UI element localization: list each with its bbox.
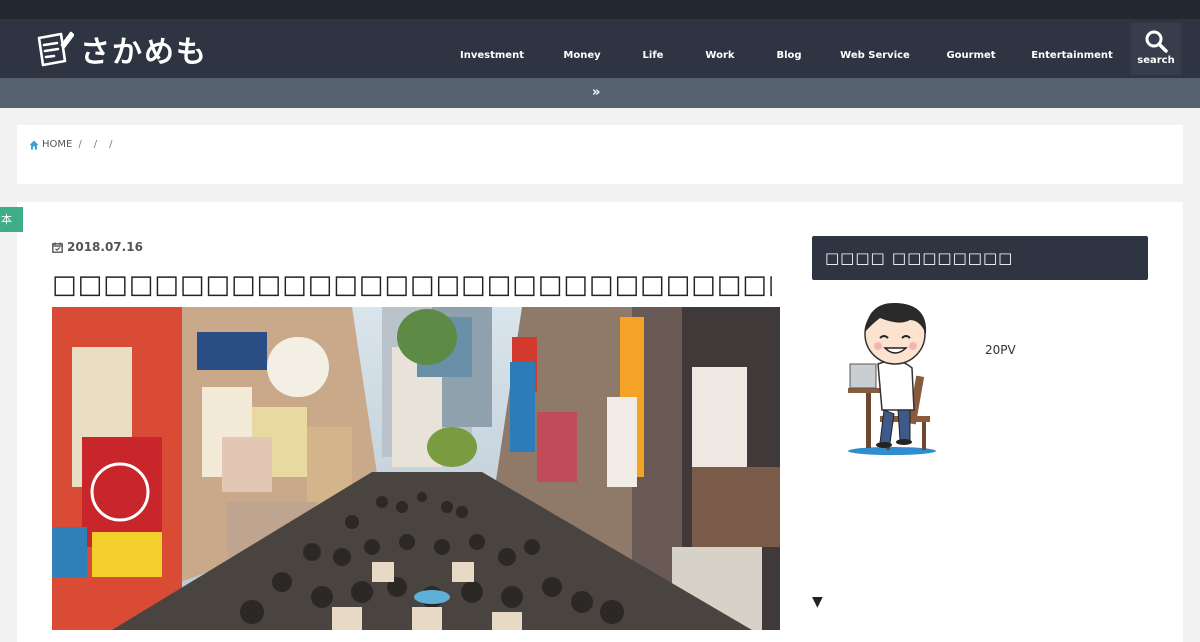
- nav-item-gourmet[interactable]: Gourmet: [946, 50, 995, 61]
- main-nav: Investment Money Life Work Blog Web Serv…: [0, 19, 1200, 78]
- breadcrumb-separator: /: [78, 139, 82, 150]
- page-views-text: 20PV: [985, 343, 1016, 357]
- breadcrumb-separator: /: [93, 139, 98, 150]
- search-label: search: [1137, 55, 1175, 66]
- search-button[interactable]: search: [1131, 23, 1181, 75]
- post-title: □□□□□□□□□□□□□□□□□□□□□□□□□□□□□□ □□□□□□: [52, 270, 772, 300]
- side-tab[interactable]: 本: [0, 207, 23, 232]
- person-at-laptop-illustration: [848, 302, 936, 455]
- triangle-down-icon[interactable]: ▼: [812, 594, 823, 610]
- calendar-icon: [52, 242, 63, 253]
- search-icon: [1145, 30, 1168, 53]
- site-header: さかめも Investment Money Life Work Blog Web…: [0, 19, 1200, 78]
- post-date: 2018.07.16: [52, 240, 143, 254]
- nav-item-work[interactable]: Work: [705, 50, 734, 61]
- breadcrumb: HOME / / /: [29, 139, 118, 150]
- crowded-street-illustration: [52, 307, 780, 630]
- breadcrumb-separator: /: [109, 139, 113, 150]
- nav-item-money[interactable]: Money: [563, 50, 600, 61]
- top-strip: [0, 0, 1200, 19]
- sidebar-widget-title: □□□□ □□□□□□□□: [812, 236, 1148, 280]
- nav-item-web-service[interactable]: Web Service: [840, 50, 910, 61]
- double-chevron-right-icon[interactable]: »: [592, 85, 600, 100]
- hero-image: [52, 307, 780, 630]
- sub-bar: »: [0, 78, 1200, 108]
- breadcrumb-home-link[interactable]: HOME: [42, 139, 72, 150]
- nav-item-investment[interactable]: Investment: [460, 50, 524, 61]
- nav-item-entertainment[interactable]: Entertainment: [1031, 50, 1113, 61]
- breadcrumb-box: HOME / / /: [17, 125, 1183, 184]
- nav-item-blog[interactable]: Blog: [776, 50, 801, 61]
- nav-item-life[interactable]: Life: [643, 50, 664, 61]
- author-avatar: [840, 298, 950, 458]
- post-date-text: 2018.07.16: [67, 240, 143, 254]
- home-icon: [29, 140, 39, 149]
